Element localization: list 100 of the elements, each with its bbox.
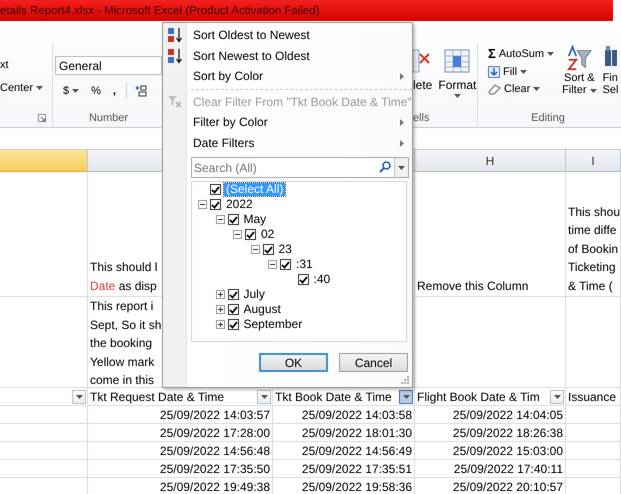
window-title: etails Report4.xlsx - Microsoft Excel (Product Activation Failed) <box>0 4 320 16</box>
cell-text: This should l Date as disp <box>90 259 158 294</box>
expand-icon[interactable] <box>216 290 224 299</box>
expand-icon[interactable] <box>216 305 224 314</box>
sort-ascending-icon <box>167 27 183 44</box>
comma-button[interactable]: , <box>110 84 118 98</box>
caret-icon <box>520 70 528 74</box>
caret-icon <box>76 394 82 398</box>
wrap-text-button[interactable]: xt <box>0 58 52 72</box>
dropdown-button[interactable] <box>394 158 408 177</box>
tree-item[interactable]: 2022 <box>224 198 255 211</box>
eraser-icon <box>488 84 501 94</box>
caret-icon <box>398 166 405 170</box>
filter-dropdown-button[interactable] <box>399 390 413 404</box>
cell-text: This shou time diffe of Bookin Ticketing & Time ( <box>568 204 620 294</box>
column-header[interactable]: I <box>566 150 621 172</box>
tree-item[interactable]: July <box>242 288 267 301</box>
menu-item[interactable]: Sort Oldest to Newest <box>163 25 412 46</box>
table-cell: 25/09/2022 17:28:00 <box>88 424 273 442</box>
checkbox[interactable] <box>262 244 274 255</box>
autosum-button[interactable]: Σ AutoSum <box>486 45 556 62</box>
caret-icon <box>402 394 410 398</box>
menu-item[interactable]: Sort by Color <box>163 66 412 86</box>
table-cell: 25/09/2022 14:56:48 <box>88 442 273 460</box>
table-cell <box>566 442 621 460</box>
find-select-button[interactable]: Fin Sel <box>602 44 618 110</box>
table-cell: 25/09/2022 17:35:51 <box>273 460 415 478</box>
clear-filter-icon <box>168 96 182 108</box>
tree-item[interactable]: August <box>242 303 283 316</box>
checkbox[interactable] <box>210 199 221 210</box>
number-format-field[interactable]: General <box>55 56 162 75</box>
table-cell: 25/09/2022 17:35:50 <box>88 460 273 478</box>
delete-button[interactable]: lete <box>413 48 432 110</box>
menu-item[interactable]: Filter by Color <box>163 112 412 132</box>
checkbox[interactable] <box>298 274 308 285</box>
collapse-icon[interactable] <box>250 245 260 254</box>
caret-icon <box>454 94 461 98</box>
currency-button[interactable]: $ <box>61 84 82 98</box>
expand-icon[interactable] <box>216 320 224 329</box>
checkbox[interactable] <box>210 184 221 195</box>
column-heading: Issuance <box>568 390 616 404</box>
cell-text: This report i Sept, So it sh the booking Yellow mark come in this <box>90 298 162 387</box>
column-heading: Flight Book Date & Tim <box>417 390 540 404</box>
percent-button[interactable]: % <box>89 84 103 98</box>
checkbox[interactable] <box>228 214 238 225</box>
caret-icon <box>547 52 554 56</box>
fill-down-icon <box>488 66 500 78</box>
checkbox[interactable] <box>280 259 291 270</box>
table-cell: 25/09/2022 14:56:49 <box>273 442 415 460</box>
filter-dropdown-button[interactable] <box>550 390 564 404</box>
fill-button[interactable]: Fill <box>486 65 556 79</box>
dialog-launcher-icon[interactable] <box>38 114 46 122</box>
column-heading: Tkt Book Date & Time <box>275 390 392 404</box>
search-field[interactable]: Search (All) <box>191 157 409 178</box>
checkbox[interactable] <box>228 319 238 330</box>
caret-icon <box>590 89 597 93</box>
tree-item[interactable]: 02 <box>259 228 276 241</box>
column-heading: Tkt Request Date & Time <box>90 390 224 404</box>
merge-center-button[interactable]: Center <box>0 81 52 95</box>
resize-grip-icon[interactable] <box>401 376 409 384</box>
cancel-button[interactable]: Cancel <box>339 353 408 372</box>
tree-item[interactable]: :31 <box>294 258 315 271</box>
clear-button[interactable]: Clear <box>486 82 556 96</box>
table-cell: 25/09/2022 14:04:05 <box>415 406 566 424</box>
caret-icon <box>36 86 44 90</box>
caret-icon <box>554 394 560 398</box>
checkbox[interactable] <box>228 289 238 300</box>
tree-item[interactable]: September <box>242 318 304 331</box>
caret-icon <box>72 89 80 93</box>
submenu-arrow-icon <box>400 73 404 80</box>
tree-item[interactable]: :40 <box>312 273 332 286</box>
group-label: Number <box>88 112 128 124</box>
submenu-arrow-icon <box>400 119 404 126</box>
ok-button[interactable]: OK <box>259 353 328 372</box>
filter-dropdown-button[interactable] <box>257 390 271 404</box>
format-button[interactable]: Format <box>438 48 476 110</box>
filter-dropdown-button[interactable] <box>72 390 86 404</box>
table-cell: 25/09/2022 20:10:57 <box>415 478 566 494</box>
collapse-icon[interactable] <box>233 230 242 239</box>
checkbox[interactable] <box>245 229 256 240</box>
cell-text: Remove this Column <box>417 278 528 294</box>
sort-filter-button[interactable]: Sort & Filter <box>562 44 597 110</box>
search-icon <box>379 161 391 173</box>
collapse-icon[interactable] <box>198 200 207 209</box>
table-cell: 25/09/2022 19:58:36 <box>273 478 415 494</box>
tree-item[interactable]: 23 <box>276 243 294 256</box>
table-cell: 25/09/2022 18:26:38 <box>415 424 566 442</box>
menu-item[interactable]: Sort Newest to Oldest <box>163 46 412 66</box>
table-cell <box>566 460 621 478</box>
table-cell: 25/09/2022 17:40:11 <box>415 460 566 478</box>
group-label: Editing <box>531 112 565 124</box>
collapse-icon[interactable] <box>216 215 224 224</box>
table-cell: 25/09/2022 18:01:30 <box>273 424 415 442</box>
checkbox[interactable] <box>228 304 238 315</box>
tree-item[interactable]: May <box>242 213 268 226</box>
collapse-icon[interactable] <box>268 260 277 269</box>
column-header[interactable]: H <box>415 150 566 172</box>
menu-item[interactable]: Date Filters <box>163 132 412 153</box>
decimal-icon[interactable] <box>134 85 147 97</box>
sort-filter-icon <box>566 44 592 72</box>
